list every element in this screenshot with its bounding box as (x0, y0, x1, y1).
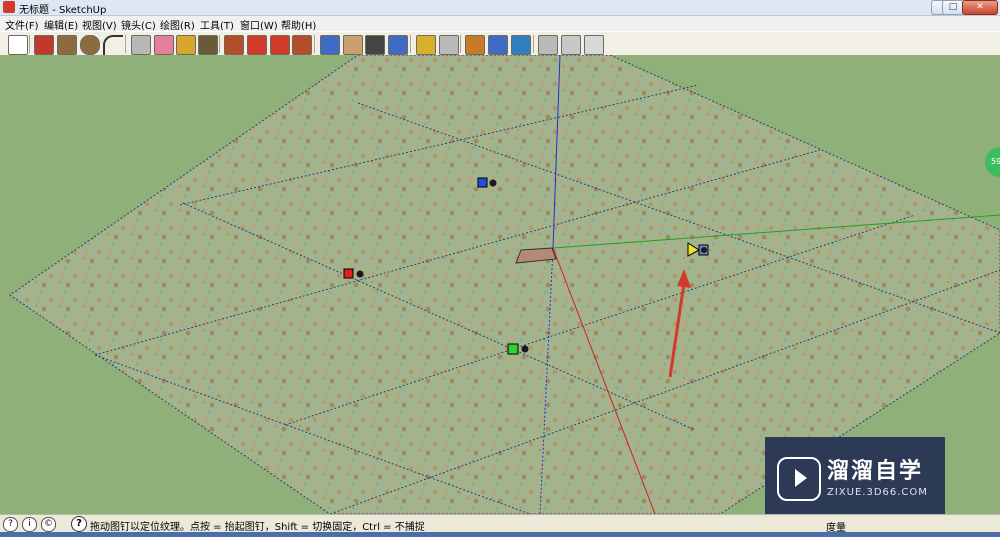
maximize-button[interactable]: □ (942, 0, 964, 15)
preview-google-earth-icon[interactable] (511, 35, 531, 55)
eraser-icon[interactable] (154, 35, 174, 55)
os-taskbar (0, 532, 1000, 537)
get-photo-icon[interactable] (561, 35, 581, 55)
follow-me-icon[interactable] (292, 35, 312, 55)
title-bar: 无标题 - SketchUp – □ ✕ (0, 0, 1000, 16)
status-bar: ? i © ? 拖动图钉以定位纹理。点按 = 抬起图钉，Shift = 切换固定… (0, 514, 1000, 534)
arc-icon[interactable] (103, 35, 123, 55)
toolbar-separator (314, 35, 315, 53)
move-icon[interactable] (247, 35, 267, 55)
add-location-icon[interactable] (416, 35, 436, 55)
status-hint-text: 拖动图钉以定位纹理。点按 = 抬起图钉，Shift = 切换固定，Ctrl = … (90, 522, 425, 533)
geo-location-icon[interactable]: ? (3, 517, 18, 532)
sketchup-logo-icon (3, 1, 15, 13)
style-icon[interactable] (584, 35, 604, 55)
menu-help[interactable]: 帮助(H) (281, 17, 316, 32)
watermark-subtitle: ZIXUE.3D66.COM (827, 487, 928, 498)
pan-hand-icon[interactable] (343, 35, 363, 55)
toolbar-separator (219, 35, 220, 53)
toggle-terrain-icon[interactable] (439, 35, 459, 55)
circle-icon[interactable] (80, 35, 100, 55)
make-component-icon[interactable] (131, 35, 151, 55)
menu-bar: 文件(F) 编辑(E) 视图(V) 镜头(C) 绘图(R) 工具(T) 窗口(W… (0, 16, 1000, 32)
menu-tools[interactable]: 工具(T) (200, 17, 234, 32)
get-models-icon[interactable] (465, 35, 485, 55)
play-logo-icon (777, 457, 821, 501)
zixue-watermark: 溜溜自学 ZIXUE.3D66.COM (765, 437, 945, 514)
push-pull-icon[interactable] (224, 35, 244, 55)
menu-draw[interactable]: 绘图(R) (160, 17, 195, 32)
paint-bucket-icon[interactable] (198, 35, 218, 55)
menu-view[interactable]: 视图(V) (82, 17, 117, 32)
help-icon[interactable]: ? (71, 516, 87, 532)
menu-edit[interactable]: 编辑(E) (44, 17, 78, 32)
toolbar-separator (125, 35, 126, 53)
tape-measure-icon[interactable] (176, 35, 196, 55)
toolbar-separator (410, 35, 411, 53)
modeling-viewport[interactable]: 59 溜溜自学 ZIXUE.3D66.COM (0, 55, 1000, 514)
menu-file[interactable]: 文件(F) (5, 17, 39, 32)
watermark-title: 溜溜自学 (827, 459, 924, 484)
zoom-icon[interactable] (365, 35, 385, 55)
photo-textures-icon[interactable] (538, 35, 558, 55)
menu-camera[interactable]: 镜头(C) (121, 17, 156, 32)
window-title: 无标题 - SketchUp (19, 5, 107, 16)
close-button[interactable]: ✕ (962, 0, 998, 15)
toolbar-separator (533, 35, 534, 53)
pencil-line-icon[interactable] (34, 35, 54, 55)
rotate-icon[interactable] (270, 35, 290, 55)
toolbar-separator (29, 35, 30, 53)
menu-window[interactable]: 窗口(W) (240, 17, 278, 32)
main-toolbar (0, 31, 1000, 57)
credits-icon[interactable]: i (22, 517, 37, 532)
zoom-extents-icon[interactable] (388, 35, 408, 55)
user-icon[interactable]: © (41, 517, 56, 532)
rectangle-icon[interactable] (57, 35, 77, 55)
toolbar-separator (460, 35, 461, 53)
orbit-icon[interactable] (320, 35, 340, 55)
share-model-icon[interactable] (488, 35, 508, 55)
select-arrow-icon[interactable] (8, 35, 28, 55)
